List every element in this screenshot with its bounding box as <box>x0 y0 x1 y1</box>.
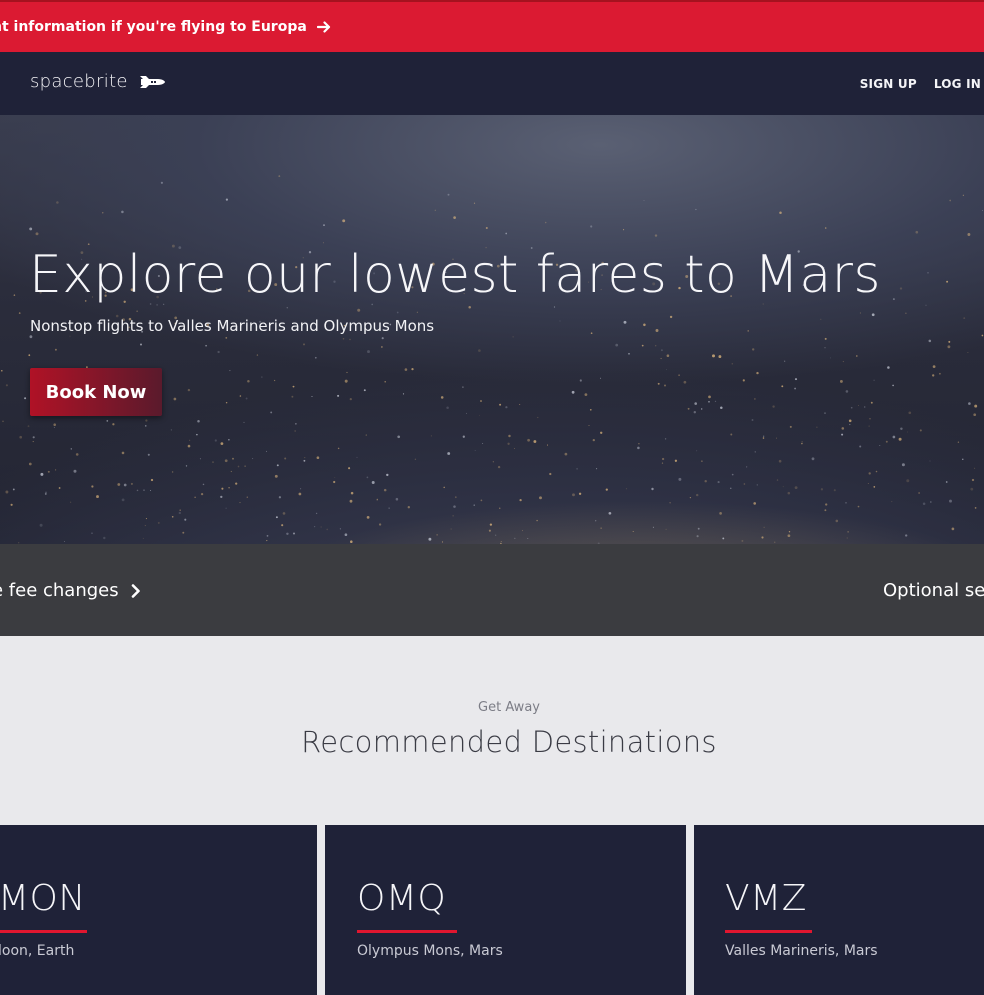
nav-links: SIGN UP LOG IN <box>860 77 981 91</box>
alert-bar: nt information if you're flying to Europ… <box>0 0 984 52</box>
destination-underline <box>725 930 812 933</box>
log-in-link[interactable]: LOG IN <box>934 77 981 91</box>
destination-code: OMQ <box>357 878 447 919</box>
navbar: spacebrite SIGN UP LOG IN <box>0 52 984 115</box>
destination-card-omq[interactable]: OMQ Olympus Mons, Mars <box>325 825 686 995</box>
destination-card-vmz[interactable]: VMZ Valles Marineris, Mars <box>694 825 984 995</box>
section-title: Recommended Destinations <box>301 725 717 759</box>
hero-title: Explore our lowest fares to Mars <box>29 245 881 305</box>
destination-underline <box>357 930 457 933</box>
fee-changes-text: e fee changes <box>0 580 119 601</box>
arrow-right-icon <box>316 21 330 33</box>
destination-code: VMZ <box>725 878 807 919</box>
brand-logo[interactable]: spacebrite <box>30 71 166 92</box>
book-now-button[interactable]: Book Now <box>30 368 162 416</box>
destination-city: Valles Marineris, Mars <box>725 943 878 959</box>
chevron-right-icon <box>131 583 140 598</box>
destination-code: MON <box>0 878 86 919</box>
alert-text: nt information if you're flying to Europ… <box>0 19 307 35</box>
fee-changes-link[interactable]: e fee changes <box>0 580 141 601</box>
destination-card-mon[interactable]: MON loon, Earth <box>0 825 317 995</box>
optional-services-link[interactable]: Optional se <box>883 580 984 601</box>
section-eyebrow: Get Away <box>478 700 540 715</box>
space-shuttle-icon <box>139 75 165 88</box>
hero-subtitle: Nonstop flights to Valles Marineris and … <box>30 317 435 335</box>
sign-up-link[interactable]: SIGN UP <box>860 77 917 91</box>
destination-underline <box>0 930 87 933</box>
brand-name: spacebrite <box>30 71 128 92</box>
destination-city: loon, Earth <box>0 943 75 959</box>
destination-city: Olympus Mons, Mars <box>357 943 503 959</box>
hero-banner: Explore our lowest fares to Mars Nonstop… <box>0 115 984 544</box>
alert-link[interactable]: nt information if you're flying to Europ… <box>0 19 331 35</box>
info-band: e fee changes Optional se <box>0 544 984 636</box>
